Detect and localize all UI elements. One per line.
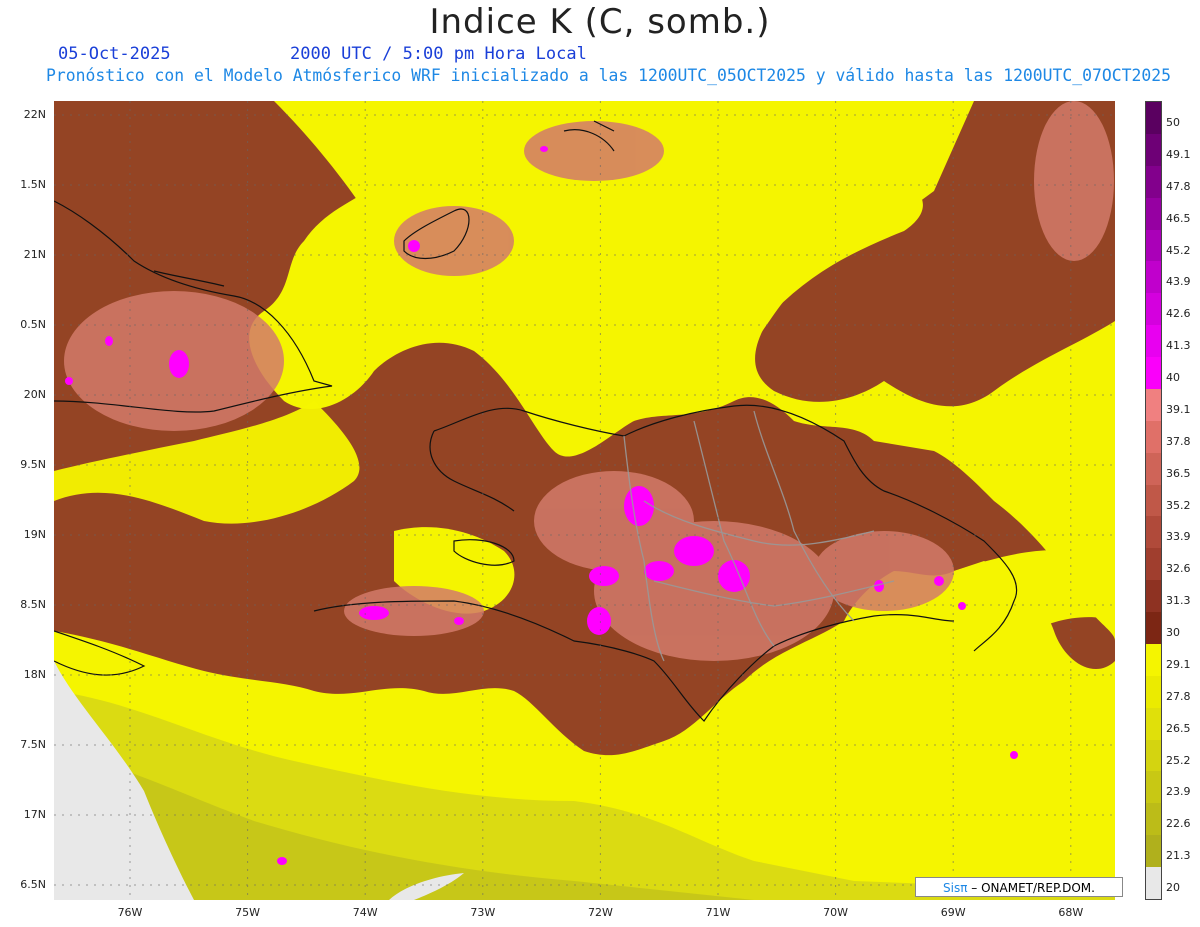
lon-label: 68W — [1058, 906, 1084, 919]
color-scale-segment — [1146, 420, 1161, 454]
color-scale-segment — [1146, 229, 1161, 262]
color-scale-label: 43.9 — [1166, 275, 1191, 289]
color-scale-label: 40 — [1166, 371, 1180, 385]
lat-label: 20N — [23, 388, 46, 401]
lat-label: 19N — [23, 528, 46, 541]
color-scale-label: 50 — [1166, 116, 1180, 129]
lat-label: 21N — [23, 248, 46, 261]
color-scale-segment — [1146, 771, 1161, 804]
color-scale-segment — [1146, 675, 1161, 709]
color-scale-label: 37.8 — [1166, 434, 1191, 448]
lon-label: 72W — [587, 906, 613, 919]
color-scale-segment — [1146, 484, 1161, 517]
color-scale-label: 33.9 — [1166, 530, 1191, 544]
color-scale-label: 35.2 — [1166, 498, 1191, 512]
lon-label: 69W — [940, 906, 966, 919]
color-scale-segment — [1146, 580, 1161, 613]
color-scale-segment — [1146, 357, 1161, 390]
color-scale-segment — [1146, 707, 1161, 741]
lat-label: 7.5N — [20, 738, 46, 751]
lat-label: 18N — [23, 668, 46, 681]
lon-label: 70W — [823, 906, 849, 919]
color-scale-segment — [1146, 165, 1161, 199]
color-scale-segment — [1146, 197, 1161, 230]
color-scale-label: 49.1 — [1166, 147, 1191, 161]
color-scale-segment — [1146, 452, 1161, 486]
color-scale-label: 31.3 — [1166, 594, 1191, 608]
color-scale-label: 25.2 — [1166, 753, 1191, 767]
lon-label: 75W — [235, 906, 261, 919]
color-scale-segment — [1146, 102, 1161, 135]
color-scale-segment — [1146, 293, 1161, 326]
color-scale-label: 22.6 — [1166, 817, 1191, 831]
color-scale-segment — [1146, 325, 1161, 358]
lat-label: 6.5N — [20, 878, 46, 891]
color-scale-label: 29.1 — [1166, 657, 1191, 671]
color-scale-label: 41.3 — [1166, 339, 1191, 353]
color-scale-segment — [1146, 835, 1161, 868]
lat-label: 8.5N — [20, 598, 46, 611]
credit-brand: Sisπ — [943, 881, 968, 895]
credit-box: Sisπ – ONAMET/REP.DOM. — [915, 877, 1123, 897]
graticule — [54, 101, 1115, 900]
model-subtitle: Pronóstico con el Modelo Atmósferico WRF… — [46, 66, 1171, 85]
color-scale-label: 32.6 — [1166, 562, 1191, 576]
lon-label: 71W — [705, 906, 731, 919]
color-scale-label: 26.5 — [1166, 721, 1191, 735]
color-scale-segment — [1146, 516, 1161, 549]
color-scale-label: 45.2 — [1166, 243, 1191, 257]
credit-text: – ONAMET/REP.DOM. — [967, 881, 1095, 895]
lon-label: 74W — [352, 906, 378, 919]
lat-label: 9.5N — [20, 458, 46, 471]
color-scale-bar — [1145, 101, 1162, 900]
color-scale-label: 39.1 — [1166, 402, 1191, 416]
color-scale-segment — [1146, 261, 1161, 294]
color-scale-segment — [1146, 739, 1161, 772]
color-scale-label: 36.5 — [1166, 466, 1191, 480]
lat-label: 0.5N — [20, 318, 46, 331]
forecast-time: 2000 UTC / 5:00 pm Hora Local — [290, 44, 587, 64]
color-scale-segment — [1146, 133, 1161, 167]
lat-label: 1.5N — [20, 178, 46, 191]
color-scale-label: 46.5 — [1166, 211, 1191, 225]
lon-label: 73W — [470, 906, 496, 919]
color-scale-segment — [1146, 803, 1161, 836]
color-scale-segment — [1146, 612, 1161, 645]
color-scale-label: 42.6 — [1166, 307, 1191, 321]
color-scale-label: 27.8 — [1166, 689, 1191, 703]
color-scale-label: 30 — [1166, 626, 1180, 640]
lat-label: 22N — [23, 108, 46, 121]
color-scale-segment — [1146, 388, 1161, 422]
map-title: Indice K (C, somb.) — [429, 2, 771, 42]
forecast-date: 05-Oct-2025 — [58, 44, 171, 64]
color-scale-label: 20 — [1166, 881, 1180, 895]
color-scale-segment — [1146, 643, 1161, 677]
color-scale-label: 21.3 — [1166, 849, 1191, 863]
color-scale-label: 47.8 — [1166, 179, 1191, 193]
color-scale-segment — [1146, 867, 1161, 900]
color-scale-label: 23.9 — [1166, 785, 1191, 799]
lat-label: 17N — [23, 808, 46, 821]
lon-label: 76W — [117, 906, 143, 919]
color-scale-segment — [1146, 548, 1161, 581]
